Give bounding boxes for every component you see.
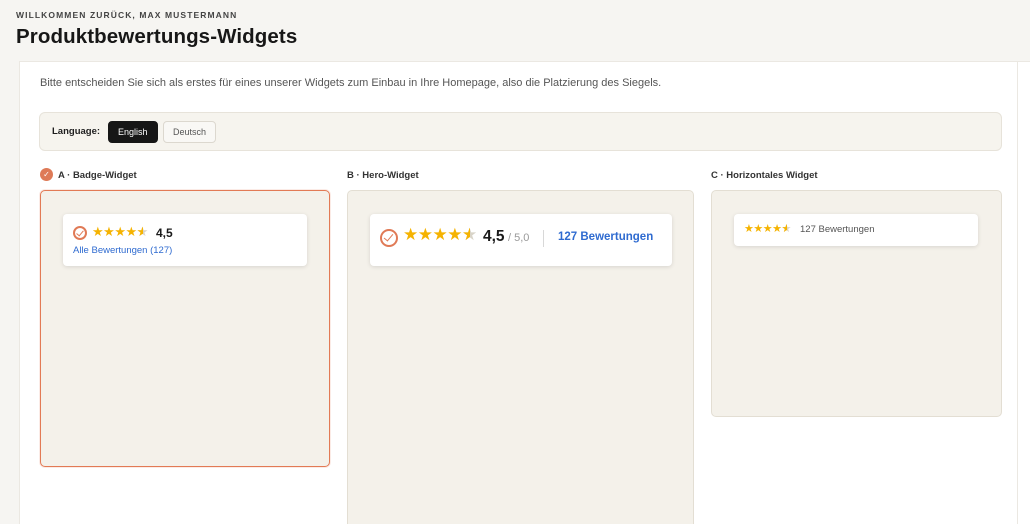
star-icon: ★: [103, 224, 115, 239]
star-rating: ★★★★★: [403, 225, 477, 245]
star-icon: ★: [417, 225, 433, 244]
star-icon: ★: [432, 225, 448, 244]
language-english-button[interactable]: English: [108, 121, 158, 143]
rating-value: 4,5: [483, 228, 505, 245]
widget-a-card[interactable]: ★★★★★ 4,5 Alle Bewertungen (127): [40, 190, 330, 467]
star-icon: ★: [744, 223, 754, 235]
star-rating: ★★★★★: [92, 224, 148, 240]
seal-check-icon: [380, 229, 398, 247]
language-deutsch-button[interactable]: Deutsch: [163, 121, 217, 143]
review-count: 127 Bewertungen: [800, 224, 875, 235]
star-icon: ★: [772, 223, 782, 235]
language-label: Language:: [52, 126, 101, 137]
intro-text: Bitte entscheiden Sie sich als erstes fü…: [40, 77, 662, 89]
star-icon: ★: [762, 223, 773, 235]
seal-check-icon: [73, 226, 87, 240]
reviews-link[interactable]: 127 Bewertungen: [558, 231, 653, 243]
star-icon: ★: [753, 223, 763, 235]
hero-widget-preview: ★★★★★ 4,5 / 5,0 127 Bewertungen: [370, 214, 672, 266]
horizontal-widget-preview: ★★★★★ 127 Bewertungen: [734, 214, 978, 246]
star-icon: ★: [447, 225, 462, 244]
welcome-text: WILLKOMMEN ZURÜCK, MAX MUSTERMANN: [16, 10, 238, 20]
widget-c-label: C · Horizontales Widget: [711, 170, 818, 181]
widget-a-label: A · Badge-Widget: [58, 170, 137, 181]
star-icon: ★: [403, 225, 418, 244]
widget-b-card[interactable]: ★★★★★ 4,5 / 5,0 127 Bewertungen: [347, 190, 694, 524]
widget-c-card[interactable]: ★★★★★ 127 Bewertungen: [711, 190, 1002, 417]
all-reviews-link[interactable]: Alle Bewertungen (127): [73, 245, 172, 256]
content-panel: Bitte entscheiden Sie sich als erstes fü…: [19, 61, 1030, 524]
rating-value: 4,5: [156, 226, 173, 240]
widget-b-label: B · Hero-Widget: [347, 170, 419, 181]
badge-widget-preview: ★★★★★ 4,5 Alle Bewertungen (127): [63, 214, 307, 266]
star-half-icon: ★: [137, 224, 149, 240]
language-bar: Language: English Deutsch: [39, 112, 1002, 151]
star-icon: ★: [125, 224, 137, 239]
page-title: Produktbewertungs-Widgets: [16, 25, 298, 48]
separator: [543, 230, 544, 247]
check-circle-icon: ✓: [40, 168, 53, 181]
star-icon: ★: [114, 224, 126, 239]
panel-divider: [1017, 62, 1018, 524]
star-rating: ★★★★★: [744, 222, 791, 235]
rating-max: / 5,0: [508, 232, 530, 244]
star-icon: ★: [92, 224, 104, 239]
star-half-icon: ★: [782, 222, 792, 235]
star-half-icon: ★: [462, 225, 477, 245]
